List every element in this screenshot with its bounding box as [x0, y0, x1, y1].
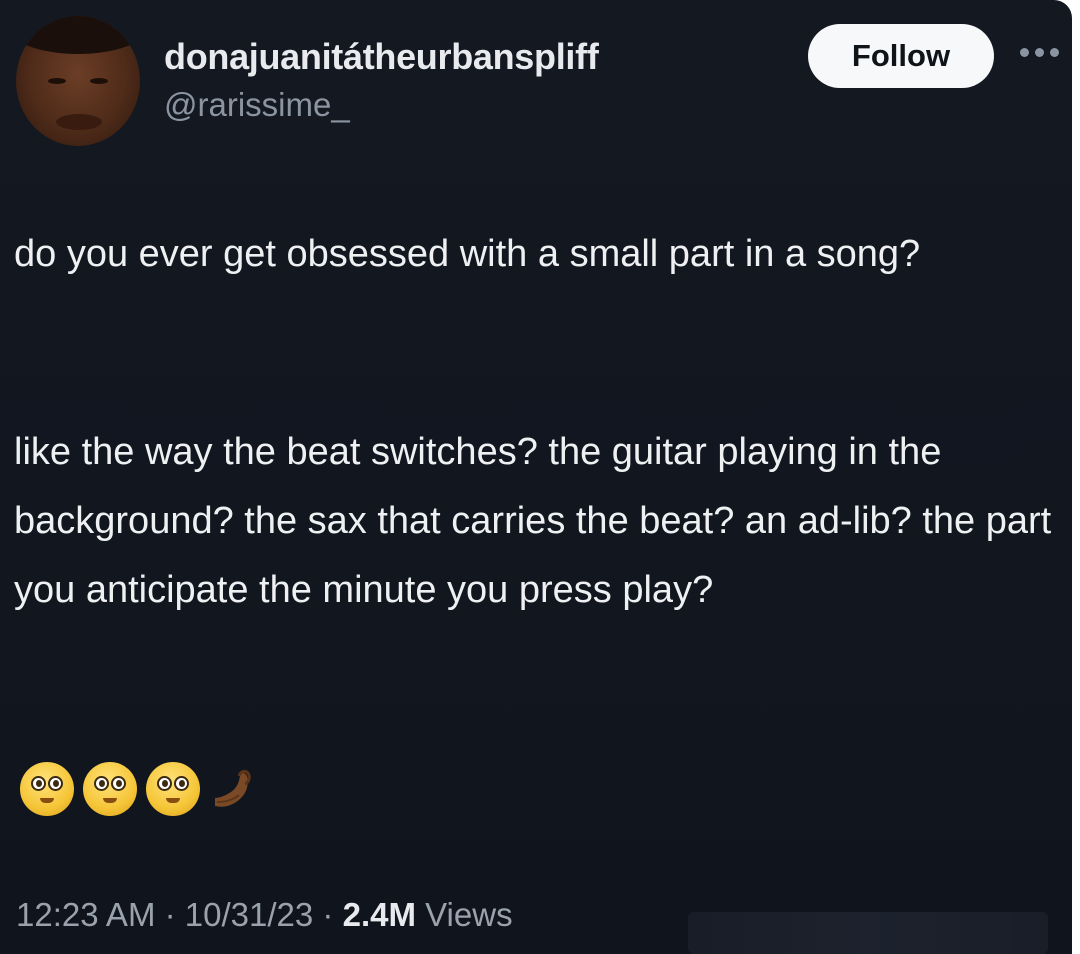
obscured-region: [688, 912, 1048, 954]
tweet-text-paragraph: like the way the beat switches? the guit…: [14, 431, 1052, 611]
tweet-text-paragraph: do you ever get obsessed with a small pa…: [14, 233, 921, 275]
views-count: 2.4M: [342, 896, 416, 933]
more-options-icon[interactable]: [1020, 44, 1066, 60]
avatar-eye-left: [48, 78, 66, 84]
follow-button[interactable]: Follow: [808, 24, 994, 88]
avatar[interactable]: [16, 16, 140, 146]
pleading-face-emoji: [20, 762, 74, 816]
meta-separator: ·: [322, 896, 334, 933]
meta-separator: ·: [164, 896, 176, 933]
pleading-face-emoji: [83, 762, 137, 816]
tweet-card: donajuanitátheurbanspliff @rarissime_ Fo…: [0, 0, 1072, 954]
pleading-face-emoji: [146, 762, 200, 816]
avatar-eye-right: [90, 78, 108, 84]
more-dot: [1050, 47, 1059, 57]
author-display-name[interactable]: donajuanitátheurbanspliff: [164, 36, 599, 78]
tweet-date[interactable]: 10/31/23: [185, 896, 313, 933]
avatar-mouth: [56, 114, 102, 130]
avatar-hair: [16, 16, 140, 54]
tweet-time[interactable]: 12:23 AM: [16, 896, 155, 933]
author-handle[interactable]: @rarissime_: [164, 86, 350, 124]
more-dot: [1020, 47, 1029, 57]
pinched-fingers-emoji: [209, 762, 263, 816]
emoji-row: [20, 762, 263, 816]
more-dot: [1035, 47, 1044, 57]
views-label: Views: [425, 896, 513, 933]
tweet-meta: 12:23 AM · 10/31/23 · 2.4M Views: [16, 896, 513, 934]
